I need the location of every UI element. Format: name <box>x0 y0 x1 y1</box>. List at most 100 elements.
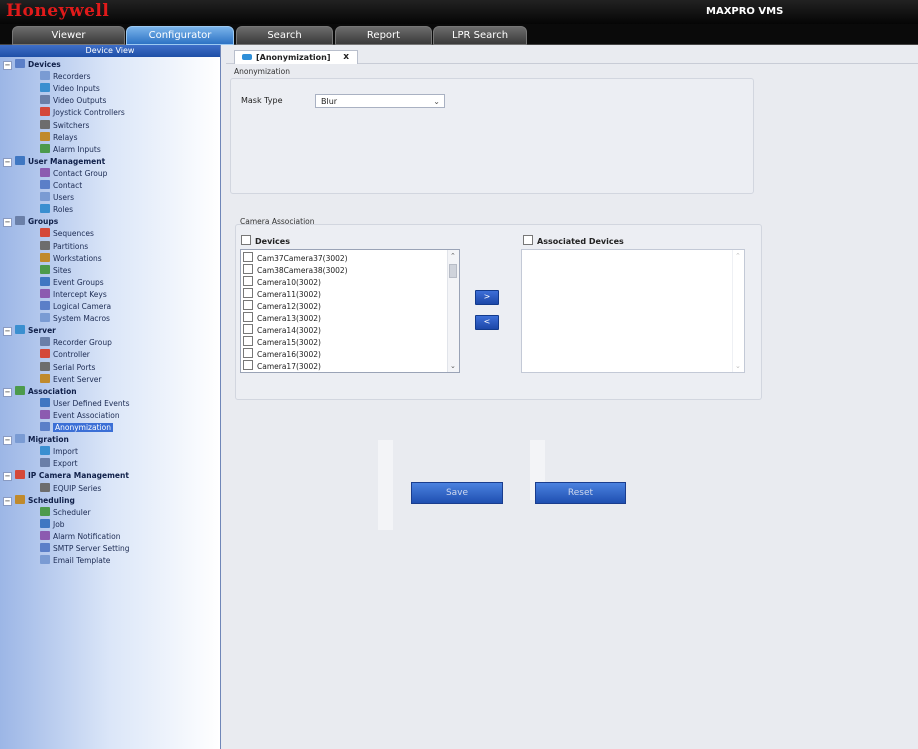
tree-item[interactable]: Recorders <box>40 71 91 83</box>
device-checkbox[interactable] <box>243 300 253 310</box>
tree-item[interactable]: Job <box>40 518 65 531</box>
tree-item[interactable]: EQUIP Series <box>40 482 101 495</box>
tree-item[interactable]: Video Outputs <box>40 95 106 107</box>
device-list-item[interactable]: Camera11(3002) <box>241 288 459 300</box>
device-list-item[interactable]: Cam38Camera38(3002) <box>241 264 459 276</box>
tree-item[interactable]: Import <box>40 446 78 458</box>
tree-item[interactable]: Joystick Controllers <box>40 107 125 119</box>
devices-select-all-checkbox[interactable] <box>241 235 251 245</box>
tree-item[interactable]: Workstations <box>40 252 102 265</box>
tree-item[interactable]: Switchers <box>40 119 89 132</box>
tree-item[interactable]: Email Template <box>40 555 110 567</box>
device-checkbox[interactable] <box>243 288 253 298</box>
device-checkbox[interactable] <box>243 264 253 274</box>
collapse-icon[interactable]: − <box>3 387 12 397</box>
collapse-icon[interactable]: − <box>3 472 12 482</box>
device-checkbox[interactable] <box>243 324 253 334</box>
tree-item-label: SMTP Server Setting <box>53 544 130 553</box>
device-checkbox[interactable] <box>243 348 253 358</box>
reset-button[interactable]: Reset <box>535 482 626 504</box>
tree-group[interactable]: − Groups <box>3 216 58 228</box>
collapse-icon[interactable]: − <box>3 496 12 506</box>
tab-anonymization[interactable]: [Anonymization] x <box>234 50 358 64</box>
tree-item-label: Roles <box>53 205 74 215</box>
associated-devices-header[interactable]: Associated Devices <box>523 235 624 246</box>
tab-configurator[interactable]: Configurator <box>126 26 234 45</box>
close-icon[interactable]: x <box>343 51 349 64</box>
tree-item[interactable]: Scheduler <box>40 506 91 519</box>
tree-item[interactable]: SMTP Server Setting <box>40 543 130 555</box>
device-checkbox[interactable] <box>243 252 253 262</box>
tree-group[interactable]: − Scheduling <box>3 494 75 507</box>
tab-viewer[interactable]: Viewer <box>12 26 125 45</box>
collapse-icon[interactable]: − <box>3 218 12 228</box>
associated-select-all-checkbox[interactable] <box>523 235 533 245</box>
tree-group[interactable]: − IP Camera Management <box>3 470 129 482</box>
remove-device-button[interactable]: < <box>475 315 499 330</box>
scroll-down-icon[interactable]: ⌄ <box>450 362 456 370</box>
tree-item[interactable]: Partitions <box>40 240 88 253</box>
tree-item[interactable]: Event Server <box>40 373 101 386</box>
tree-item[interactable]: Serial Ports <box>40 361 95 374</box>
tree-item[interactable]: Contact Group <box>40 167 107 180</box>
associated-scrollbar[interactable]: ⌃ ⌄ <box>732 250 744 372</box>
scroll-up-icon[interactable]: ⌃ <box>735 252 741 260</box>
collapse-icon[interactable]: − <box>3 436 12 446</box>
device-list-item[interactable]: Camera10(3002) <box>241 276 459 288</box>
tree-item[interactable]: Alarm Inputs <box>40 143 101 156</box>
scroll-down-icon[interactable]: ⌄ <box>735 362 741 370</box>
collapse-icon[interactable]: − <box>3 157 12 167</box>
devices-scrollbar[interactable]: ⌃ ⌄ <box>447 250 459 372</box>
tree-item[interactable]: Roles <box>40 204 73 216</box>
tree-item[interactable]: Export <box>40 458 78 470</box>
tree-item[interactable]: Anonymization <box>40 422 113 434</box>
mask-type-select[interactable]: Blur ⌄ <box>315 94 445 108</box>
tab-search[interactable]: Search <box>236 26 333 45</box>
tree-group[interactable]: − Server <box>3 325 56 337</box>
device-checkbox[interactable] <box>243 312 253 322</box>
tree-group[interactable]: − Association <box>3 385 77 398</box>
device-checkbox[interactable] <box>243 360 253 370</box>
scroll-up-icon[interactable]: ⌃ <box>450 252 456 260</box>
tree-item[interactable]: Logical Camera <box>40 301 111 313</box>
devices-list[interactable]: Cam37Camera37(3002) Cam38Camera38(3002) Ca… <box>240 249 460 373</box>
device-checkbox[interactable] <box>243 276 253 286</box>
tree-item[interactable]: Event Association <box>40 409 120 422</box>
add-device-button[interactable]: > <box>475 290 499 305</box>
tree-item[interactable]: Sites <box>40 264 71 277</box>
device-list-item[interactable]: Camera17(3002) <box>241 360 459 372</box>
device-checkbox[interactable] <box>243 336 253 346</box>
tree-item-icon <box>15 155 25 165</box>
collapse-icon[interactable]: − <box>3 327 12 337</box>
device-list-item[interactable]: Camera13(3002) <box>241 312 459 324</box>
collapse-icon[interactable]: − <box>3 61 12 70</box>
tree-item-label: Migration <box>28 435 69 445</box>
tree-item[interactable]: Alarm Notification <box>40 530 121 543</box>
tree-item-icon <box>40 240 50 250</box>
tree-item[interactable]: Intercept Keys <box>40 288 107 301</box>
tree-item[interactable]: System Macros <box>40 313 110 325</box>
device-list-item[interactable]: Camera12(3002) <box>241 300 459 312</box>
associated-devices-list[interactable]: ⌃ ⌄ <box>521 249 745 373</box>
tree-item[interactable]: Controller <box>40 349 90 361</box>
tree-item[interactable]: Sequences <box>40 228 94 240</box>
tree-item[interactable]: Users <box>40 192 74 204</box>
devices-header[interactable]: Devices <box>241 235 290 246</box>
tree-item[interactable]: Video Inputs <box>40 83 100 95</box>
device-list-item[interactable]: Camera15(3002) <box>241 336 459 348</box>
tab-lpr-search[interactable]: LPR Search <box>433 26 527 45</box>
tab-report[interactable]: Report <box>335 26 432 45</box>
scroll-thumb[interactable] <box>449 264 457 278</box>
device-list-item[interactable]: Cam37Camera37(3002) <box>241 252 459 264</box>
device-list-item[interactable]: Camera14(3002) <box>241 324 459 336</box>
tree-item[interactable]: Relays <box>40 131 78 144</box>
tree-group[interactable]: − User Management <box>3 155 105 168</box>
device-list-item[interactable]: Camera16(3002) <box>241 348 459 360</box>
tree-item[interactable]: Recorder Group <box>40 337 112 349</box>
tree-group[interactable]: − Devices <box>3 59 61 71</box>
tree-group[interactable]: − Migration <box>3 434 69 446</box>
save-button[interactable]: Save <box>411 482 503 504</box>
tree-item[interactable]: Contact <box>40 180 82 192</box>
tree-item[interactable]: User Defined Events <box>40 397 130 410</box>
tree-item[interactable]: Event Groups <box>40 276 104 289</box>
